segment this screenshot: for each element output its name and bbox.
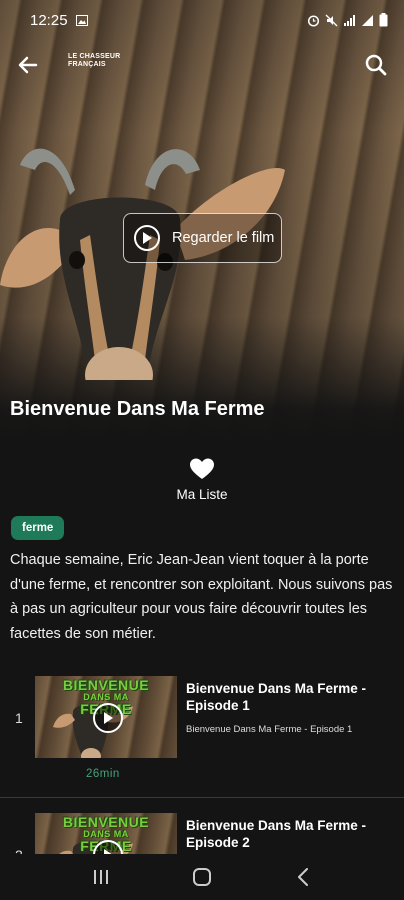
system-nav-bar [0, 854, 404, 900]
episode-subtitle: Bienvenue Dans Ma Ferme - Episode 1 [186, 724, 353, 735]
episode-number: 1 [15, 710, 23, 726]
home-icon [192, 868, 211, 886]
back-nav-icon [298, 868, 309, 886]
watch-film-label: Regarder le film [172, 230, 275, 246]
logo: LE CHASSEUR FRANÇAIS [68, 53, 120, 69]
app-bar: LE CHASSEUR FRANÇAIS [0, 40, 404, 90]
battery-icon [379, 13, 388, 27]
page-title: Bienvenue Dans Ma Ferme [10, 398, 265, 420]
recents-icon [93, 870, 108, 884]
my-list-button[interactable]: Ma Liste [0, 458, 404, 502]
image-notification-icon [75, 14, 88, 26]
episode-thumbnail[interactable]: BIENVENUE DANS MA FERME [35, 676, 177, 758]
status-time: 12:25 [30, 11, 68, 29]
wifi-signal-icon [344, 14, 355, 26]
logo-line-2: FRANÇAIS [68, 61, 106, 68]
description: Chaque semaine, Eric Jean-Jean vient toq… [10, 552, 393, 642]
episode-title: Bienvenue Dans Ma Ferme - Episode 2 [186, 818, 367, 850]
recents-button[interactable] [81, 857, 121, 897]
episode-item[interactable]: 1 BIENVENUE DANS MA FERME Bienvenue Dans… [0, 676, 404, 786]
episode-duration: 26min [86, 768, 120, 780]
back-arrow-icon[interactable] [16, 53, 40, 77]
thumbnail-title-line-1: BIENVENUE [62, 677, 150, 693]
episode-number: 2 [15, 847, 23, 854]
watch-film-button[interactable]: Regarder le film [123, 213, 282, 263]
episode-item[interactable]: 2 BIENVENUE DANS MA FERME Bienvenue Dans… [0, 813, 404, 854]
home-button[interactable] [182, 857, 222, 897]
heart-icon [190, 458, 214, 479]
my-list-label: Ma Liste [176, 487, 228, 502]
thumbnail-title-line-1: BIENVENUE [62, 814, 150, 830]
alarm-icon [307, 14, 320, 27]
status-bar: 12:25 [0, 0, 404, 40]
divider [0, 797, 404, 798]
play-icon [93, 703, 123, 733]
category-tag[interactable]: ferme [11, 516, 65, 540]
play-icon [134, 225, 160, 251]
episode-thumbnail[interactable]: BIENVENUE DANS MA FERME [35, 813, 177, 854]
logo-line-1: LE CHASSEUR [68, 53, 121, 60]
search-icon[interactable] [364, 53, 388, 77]
episode-title: Bienvenue Dans Ma Ferme - Episode 1 [186, 681, 367, 713]
mute-icon [325, 14, 338, 26]
cell-signal-icon [362, 14, 373, 26]
back-button[interactable] [283, 857, 323, 897]
